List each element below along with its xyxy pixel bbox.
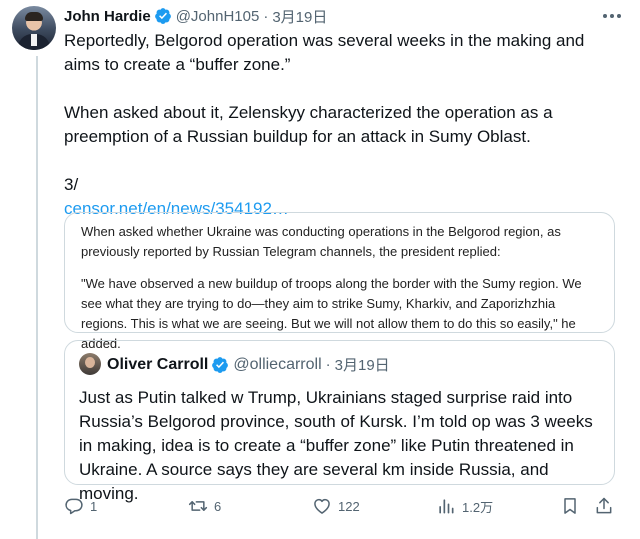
author-handle[interactable]: @JohnH105 <box>176 8 260 25</box>
retweet-count: 6 <box>214 498 222 514</box>
retweet-button[interactable]: 6 <box>188 496 221 516</box>
tweet-paragraph: 3/ <box>64 175 79 194</box>
verified-badge-icon <box>212 356 229 373</box>
reply-icon <box>65 498 83 515</box>
reply-count: 1 <box>90 498 98 514</box>
share-icon <box>596 497 612 514</box>
bookmark-button[interactable] <box>560 496 580 516</box>
verified-badge-icon <box>154 8 171 24</box>
quote-author-name: Oliver Carroll <box>107 355 209 373</box>
more-icon[interactable] <box>600 8 624 24</box>
separator: · <box>325 356 331 373</box>
separator: · <box>263 7 269 25</box>
quote-header: Oliver Carroll @olliecarroll · 3月19日 <box>107 354 390 375</box>
action-bar: 1 6 122 1.2万 <box>64 496 624 520</box>
view-count: 1.2万 <box>462 499 494 515</box>
quoted-tweet[interactable]: Oliver Carroll @olliecarroll · 3月19日 Jus… <box>64 340 615 503</box>
quote-date: 3月19日 <box>334 357 390 374</box>
author-name[interactable]: John Hardie <box>64 8 151 25</box>
views-button[interactable]: 1.2万 <box>436 496 493 516</box>
like-icon <box>314 498 330 514</box>
share-button[interactable] <box>594 496 614 516</box>
reply-button[interactable]: 1 <box>64 496 97 516</box>
card-paragraph: When asked whether Ukraine was conductin… <box>81 224 561 259</box>
views-icon <box>439 499 454 514</box>
quote-avatar <box>79 353 101 375</box>
article-card[interactable]: When asked whether Ukraine was conductin… <box>64 212 615 351</box>
retweet-icon <box>188 501 208 511</box>
tweet-date[interactable]: 3月19日 <box>272 6 327 27</box>
tweet-text: Reportedly, Belgorod operation was sever… <box>64 29 624 221</box>
tweet-paragraph: Reportedly, Belgorod operation was sever… <box>64 31 585 74</box>
quote-handle: @olliecarroll <box>233 355 322 373</box>
like-count: 122 <box>338 498 360 514</box>
bookmark-icon <box>564 498 576 514</box>
quote-text: Just as Putin talked w Trump, Ukrainians… <box>79 388 593 503</box>
avatar[interactable] <box>12 6 56 50</box>
thread-line <box>36 56 38 539</box>
tweet-header: John Hardie @JohnH105 · 3月19日 <box>64 6 327 26</box>
tweet-paragraph: When asked about it, Zelenskyy character… <box>64 103 553 146</box>
like-button[interactable]: 122 <box>312 496 360 516</box>
